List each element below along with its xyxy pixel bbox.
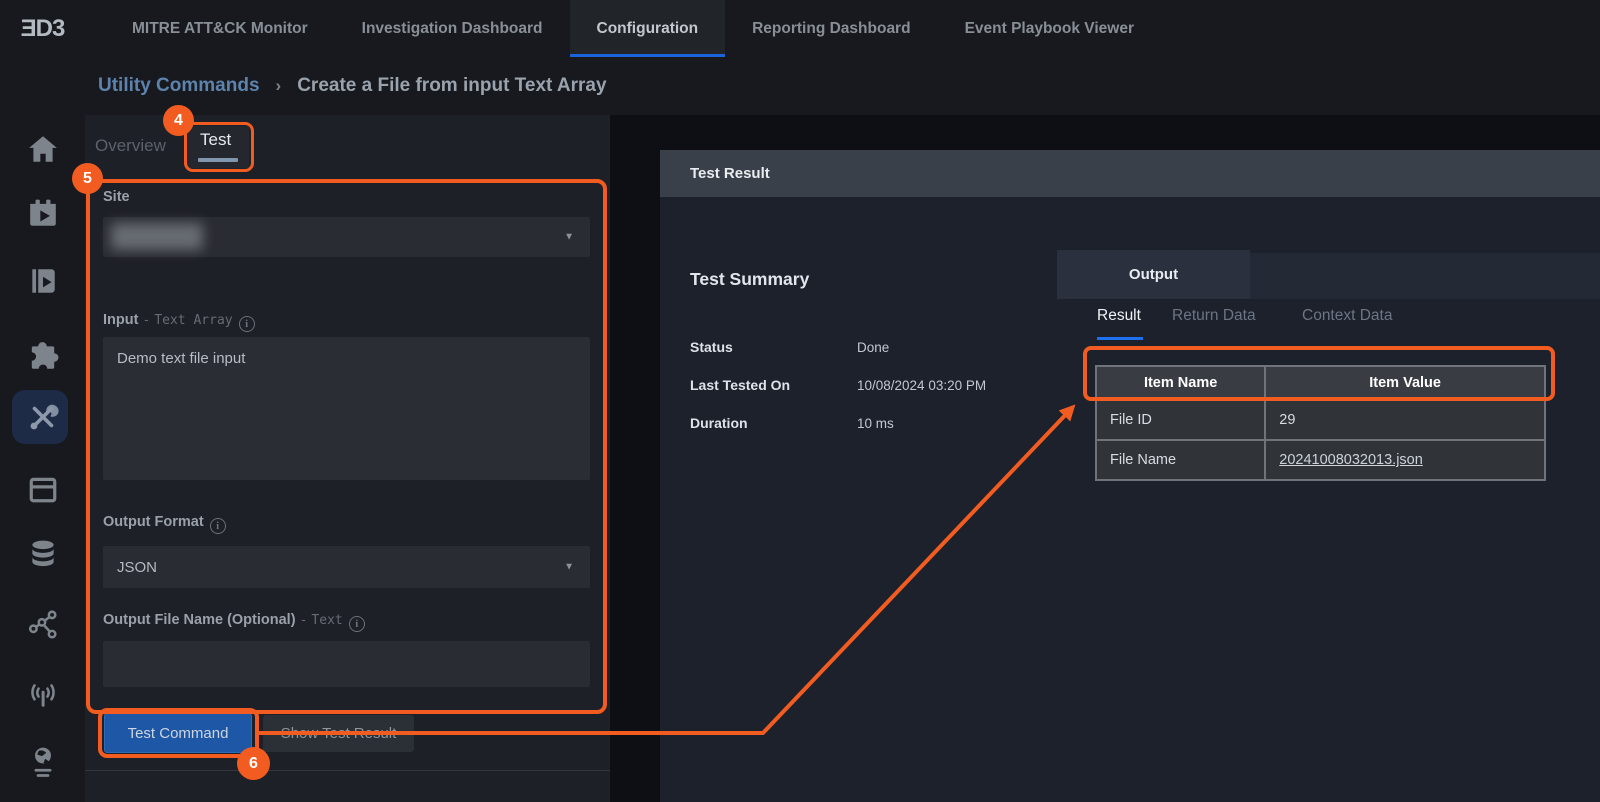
- calendar-icon[interactable]: [0, 467, 85, 511]
- output-format-value: JSON: [117, 559, 157, 576]
- file-name-value-cell: 20241008032013.json: [1265, 440, 1545, 480]
- nav-mitre-attack-monitor[interactable]: MITRE ATT&CK Monitor: [105, 0, 335, 57]
- output-format-label-text: Output Format: [103, 514, 204, 530]
- input-type-separator: -: [142, 313, 150, 328]
- chevron-down-icon: ▼: [564, 562, 574, 573]
- home-icon[interactable]: [0, 127, 85, 171]
- file-id-name-cell: File ID: [1096, 400, 1265, 440]
- breadcrumb: Utility Commands › Create a File from in…: [85, 57, 1600, 115]
- input-label: Input - Text Array i: [103, 312, 255, 332]
- table-row-file-id: File ID 29: [1096, 400, 1545, 440]
- nav-items: MITRE ATT&CK Monitor Investigation Dashb…: [105, 0, 1161, 57]
- redacted-site-value: [111, 223, 203, 250]
- summary-status-value: Done: [857, 340, 889, 355]
- file-id-value-cell: 29: [1265, 400, 1545, 440]
- tab-output[interactable]: Output: [1057, 250, 1250, 299]
- nav-investigation-dashboard[interactable]: Investigation Dashboard: [335, 0, 570, 57]
- site-label: Site: [103, 189, 130, 205]
- test-result-header: Test Result: [660, 150, 1600, 197]
- footer-divider: [85, 770, 610, 771]
- output-file-name-label: Output File Name (Optional) - Texti: [103, 612, 365, 632]
- output-file-name-label-text: Output File Name (Optional): [103, 612, 296, 628]
- test-summary-title: Test Summary: [690, 269, 809, 290]
- info-icon[interactable]: i: [349, 616, 365, 632]
- step-badge-4: 4: [163, 105, 194, 136]
- file-name-name-cell: File Name: [1096, 440, 1265, 480]
- summary-last-tested-label: Last Tested On: [690, 377, 850, 393]
- step-badge-6: 6: [237, 747, 270, 780]
- test-result-body: Test Summary Status Done Last Tested On …: [660, 197, 1600, 802]
- summary-duration-label: Duration: [690, 415, 850, 431]
- integrations-icon[interactable]: [0, 335, 85, 379]
- nav-configuration[interactable]: Configuration: [570, 0, 726, 57]
- top-nav: ƎD3 MITRE ATT&CK Monitor Investigation D…: [0, 0, 1600, 57]
- playbook-library-icon[interactable]: [0, 259, 85, 303]
- output-format-select[interactable]: JSON ▼: [103, 546, 590, 588]
- column-header-item-name: Item Name: [1096, 366, 1265, 400]
- subtab-return-data[interactable]: Return Data: [1172, 307, 1256, 325]
- test-result-panel: Test Result Test Summary Status Done Las…: [660, 150, 1600, 802]
- result-table-header-row: Item Name Item Value: [1096, 366, 1545, 400]
- subtab-result-underline: [1097, 337, 1143, 340]
- input-label-text: Input: [103, 312, 138, 328]
- utility-commands-icon[interactable]: [0, 395, 85, 439]
- info-icon[interactable]: i: [239, 316, 255, 332]
- summary-last-tested-value: 10/08/2024 03:20 PM: [857, 378, 986, 393]
- output-file-name-type-annotation: Text: [311, 613, 342, 628]
- tab-test-underline: [198, 158, 238, 162]
- summary-duration-value: 10 ms: [857, 416, 894, 431]
- broadcast-icon[interactable]: [0, 673, 85, 717]
- scheduled-events-icon[interactable]: [0, 191, 85, 235]
- result-table: Item Name Item Value File ID 29 File Nam…: [1095, 365, 1546, 481]
- page-title: Create a File from input Text Array: [297, 75, 606, 97]
- breadcrumb-parent-link[interactable]: Utility Commands: [98, 75, 260, 97]
- show-test-result-button[interactable]: Show Test Result: [263, 715, 414, 752]
- file-download-link[interactable]: 20241008032013.json: [1279, 452, 1423, 468]
- output-file-name-type-separator: -: [300, 613, 308, 628]
- app-screen: ƎD3 MITRE ATT&CK Monitor Investigation D…: [0, 0, 1600, 802]
- breadcrumb-separator-icon: ›: [276, 76, 282, 96]
- step-badge-5: 5: [72, 163, 103, 194]
- tab-test[interactable]: Test: [200, 130, 231, 150]
- site-select[interactable]: ▼: [103, 217, 590, 257]
- tab-overview[interactable]: Overview: [95, 128, 181, 164]
- d3-logo[interactable]: ƎD3: [0, 0, 85, 57]
- data-management-icon[interactable]: [0, 533, 85, 577]
- chevron-down-icon: ▼: [564, 232, 574, 243]
- left-sidebar: [0, 57, 85, 802]
- output-format-label: Output Format i: [103, 514, 226, 534]
- output-file-name-input[interactable]: [103, 641, 590, 687]
- input-type-annotation: Text Array: [154, 313, 232, 328]
- column-header-item-value: Item Value: [1265, 366, 1545, 400]
- sites-icon[interactable]: [0, 741, 85, 785]
- nav-event-playbook-viewer[interactable]: Event Playbook Viewer: [938, 0, 1161, 57]
- input-textarea[interactable]: Demo text file input: [103, 337, 590, 480]
- table-row-file-name: File Name 20241008032013.json: [1096, 440, 1545, 480]
- test-command-button[interactable]: Test Command: [104, 713, 252, 753]
- connections-icon[interactable]: [0, 603, 85, 647]
- subtab-result[interactable]: Result: [1097, 307, 1141, 325]
- summary-status-label: Status: [690, 339, 850, 355]
- nav-reporting-dashboard[interactable]: Reporting Dashboard: [725, 0, 937, 57]
- info-icon[interactable]: i: [210, 518, 226, 534]
- test-result-title: Test Result: [690, 165, 770, 182]
- subtab-context-data[interactable]: Context Data: [1302, 307, 1392, 325]
